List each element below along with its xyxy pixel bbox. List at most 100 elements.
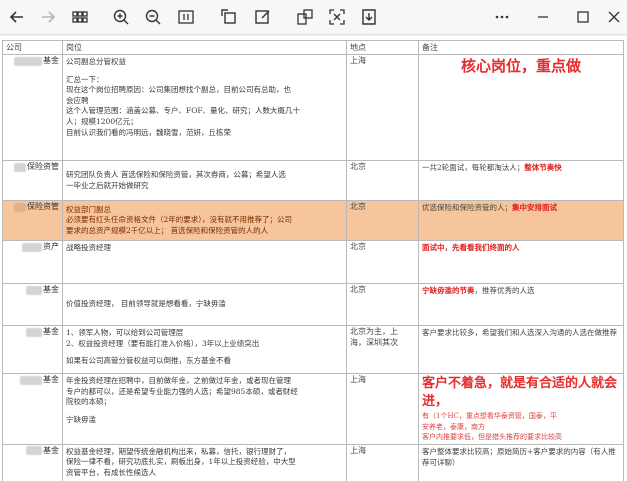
location-text: 北京 [350, 202, 366, 211]
position-cell: 价值投资经理， 目前领导就是想看看，宁缺毋滥 [62, 283, 347, 326]
company-name: 基金 [43, 285, 59, 294]
position-cell: 权益部门副总 必须要有红头任命资格文件（2年的要求），没有就不用推荐了；公司 要… [62, 200, 347, 241]
location-text: 上海 [350, 445, 366, 455]
position-line: 年金投资经理在招聘中，目前做年金，之前做过年金，或者现在管理 [66, 376, 291, 385]
company-cell: 基金 [2, 283, 63, 326]
fit-page-icon[interactable] [175, 6, 197, 28]
position-line: 这个人管理范围：涵盖公募、专户、FOF、量化、研究；人数大概几十 [66, 106, 301, 116]
note-text: 客户要求比较多，希望我们和人选深入沟通的人选在做推荐 [422, 328, 617, 337]
note-cell: 优选保险和保险资管的人；集中安排面试 [418, 200, 624, 241]
position-line: 公司副总分管权益 [66, 57, 126, 66]
location-text: 北京为主，上 [350, 327, 398, 336]
note-text: 核心岗位，重点做 [460, 57, 581, 75]
thumbnails-icon[interactable] [69, 6, 91, 28]
redacted-name [26, 327, 42, 337]
company-name: 基金 [43, 56, 59, 65]
position-line: 汇总一下： [66, 74, 104, 84]
close-icon[interactable] [603, 6, 625, 28]
position-line: 资管平台，有成长性候选人 [66, 467, 156, 477]
position-line: 目前认识我们看的冯明远，魏晓雪，范妍，丘栋荣 [66, 127, 231, 137]
forward-arrow-icon[interactable] [37, 6, 59, 28]
note-emphasis: 安养老，泰康，南方 [422, 422, 485, 431]
viewer-toolbar [0, 0, 627, 35]
more-icon[interactable] [491, 6, 513, 28]
table-row: 基金 权益基金经理，期望传统金融机构出来，私募，信托，银行理财了， 保险一律不看… [2, 443, 624, 481]
table-row: 资产 战略投资经理 北京 面试中，先看看我们终面的人 [2, 240, 624, 284]
zoom-out-icon[interactable] [142, 6, 164, 28]
position-line: 宁缺毋滥 [66, 414, 96, 424]
company-cell: 保险资管 [2, 200, 63, 241]
header-location: 地点 [346, 40, 419, 55]
company-cell: 基金 [2, 54, 63, 161]
note-text: 客户不着急，就是有合适的人就会进， [422, 376, 618, 409]
note-cell: 核心岗位，重点做 [418, 54, 624, 161]
note-emphasis: 客户内推要求低，但是猎头推荐的要求比较高 [422, 433, 562, 441]
screenshot-icon[interactable] [326, 6, 348, 28]
note-text: 一共2轮面试，每轮都淘汰人； [422, 163, 525, 172]
back-arrow-icon[interactable] [6, 6, 28, 28]
position-cell: 1、领军人物，可以给到公司管理层 2、权益投资经理（要有能打准入价格），3年以上… [62, 325, 347, 374]
note-emphasis: 整体节奏快 [524, 163, 562, 172]
position-line: 人；规模1200亿元； [66, 116, 138, 126]
company-name: 保险资管 [27, 202, 59, 211]
position-line: 院校的本硕； [66, 397, 111, 407]
location-cell: 北京 [346, 160, 419, 201]
company-name: 基金 [43, 445, 59, 455]
note-cell: 客户要求比较多，希望我们和人选深入沟通的人选在做推荐 [418, 325, 624, 374]
location-text: 北京 [350, 285, 366, 294]
position-line: 必须要有红头任命资格文件（2年的要求），没有就不用推荐了；公司 [66, 215, 293, 225]
position-cell: 战略投资经理 [62, 240, 347, 284]
location-cell: 上海 [346, 54, 419, 161]
note-emphasis: 集中安排面试 [512, 203, 557, 212]
position-line: 研究团队负责人 首选保险和保险资管，其次券商，公募；希望人选 [66, 169, 286, 179]
company-cell: 保险资管 [2, 160, 63, 201]
company-name: 基金 [43, 375, 59, 384]
location-cell: 上海 [346, 373, 419, 445]
company-name: 资产 [43, 242, 59, 251]
company-cell: 基金 [2, 373, 63, 445]
note-cell: 客户整体要求比较高；原始简历+客户要求的内容（有人推荐可详聊） [418, 443, 624, 481]
download-icon[interactable] [358, 6, 380, 28]
note-text: 优选保险和保险资管的人； [422, 203, 512, 212]
minimize-icon[interactable] [532, 6, 554, 28]
note-cell: 客户不着急，就是有合适的人就会进， 有（1个HC，重点想看华泰资管，国泰，平 安… [418, 373, 624, 445]
note-cell: 宁缺毋滥的节奏，推荐优秀的人选 [418, 283, 624, 326]
position-cell: 权益基金经理，期望传统金融机构出来，私募，信托，银行理财了， 保险一律不看，研究… [62, 443, 347, 481]
location-cell: 上海 [346, 443, 419, 481]
position-line: 会应聘 [66, 95, 89, 105]
redacted-name [20, 375, 42, 385]
position-line: 权益基金经理，期望传统金融机构出来，私募，信托，银行理财了， [66, 446, 291, 456]
position-line: 保险一律不看，研究功底扎实，刷板出身，1年以上投资经验，中大型 [66, 457, 296, 467]
position-line: 如果有公司高管分管权益可以倒推，东方基金不看 [66, 356, 231, 366]
zoom-in-icon[interactable] [110, 6, 132, 28]
position-line [66, 408, 343, 415]
location-text: 上海 [350, 56, 366, 65]
redacted-name [26, 285, 42, 295]
position-line: 现在这个岗位招聘原因：公司集团想找个副总，目前公司有总助，也 [66, 85, 291, 95]
extract-icon[interactable] [294, 6, 316, 28]
note-cell: 一共2轮面试，每轮都淘汰人；整体节奏快 [418, 160, 624, 201]
maximize-icon[interactable] [572, 6, 594, 28]
position-line: 2、权益投资经理（要有能打准入价格），3年以上业绩突出 [66, 338, 260, 348]
location-text: 北京 [350, 162, 366, 171]
redacted-name [22, 242, 42, 252]
location-text: 上海 [350, 375, 366, 384]
company-name: 保险资管 [27, 162, 59, 171]
location-text: 北京 [350, 242, 366, 251]
position-line: 价值投资经理， 目前领导就是想看看，宁缺毋滥 [66, 299, 226, 309]
table-row: 基金 1、领军人物，可以给到公司管理层 2、权益投资经理（要有能打准入价格），3… [2, 325, 624, 374]
position-cell: 研究团队负责人 首选保险和保险资管，其次券商，公募；希望人选 一毕业之后就开始做… [62, 160, 347, 201]
table-row: 基金 公司副总分管权益 汇总一下： 现在这个岗位招聘原因：公司集团想找个副总，目… [2, 54, 624, 161]
redacted-name [14, 162, 26, 172]
note-cell: 面试中，先看看我们终面的人 [418, 240, 624, 284]
location-cell: 北京 [346, 283, 419, 326]
table-header-row: 公司 岗位 地点 备注 [2, 40, 624, 55]
note-emphasis: 宁缺毋滥的节奏 [422, 286, 475, 295]
note-text: ，推荐优秀的人选 [474, 286, 535, 295]
company-cell: 基金 [2, 325, 63, 374]
position-line [66, 68, 343, 75]
rotate-icon[interactable] [218, 6, 240, 28]
position-line: 专户的都可以，还是希望专业能力强的人选；希望985本硕，或者财经 [66, 386, 298, 396]
table-row: 基金 年金投资经理在招聘中，目前做年金，之前做过年金，或者现在管理 专户的都可以… [2, 373, 624, 445]
annotate-icon[interactable] [252, 6, 274, 28]
